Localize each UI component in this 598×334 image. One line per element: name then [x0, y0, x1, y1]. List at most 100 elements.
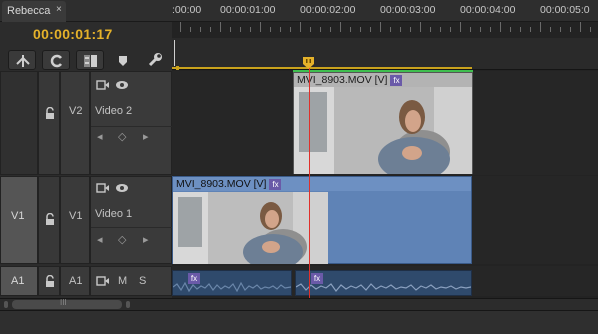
clip-v1[interactable]: MVI_8903.MOV [V] fx [172, 176, 472, 264]
ruler-tick [320, 27, 321, 32]
clip-v2-name: MVI_8903.MOV [V] [297, 74, 388, 86]
speaker-icon[interactable] [96, 276, 110, 286]
fx-icon[interactable]: fx [269, 178, 282, 190]
add-marker-button[interactable] [76, 50, 104, 70]
v1-track-target[interactable]: V1 [60, 176, 90, 264]
ruler-label-2: 00:00:02:00 [300, 4, 356, 16]
keyframe-prev-icon[interactable]: ◂ [97, 130, 103, 143]
scroll-right-handle[interactable] [126, 301, 130, 308]
ruler-tick [550, 27, 551, 32]
time-ruler[interactable] [172, 38, 598, 70]
lock-icon[interactable] [44, 213, 56, 225]
ruler-tick [260, 22, 261, 32]
ruler-tick [470, 27, 471, 32]
ruler-tick [400, 27, 401, 32]
eye-icon[interactable] [115, 80, 129, 90]
ruler-tick [370, 27, 371, 32]
ruler-tick [480, 27, 481, 32]
ruler-tick [590, 27, 591, 32]
ruler-start-line [174, 40, 175, 66]
ruler-tick [280, 27, 281, 32]
ruler-tick [420, 22, 421, 32]
mute-button[interactable]: M [118, 275, 127, 287]
waveform [173, 281, 291, 293]
clip-v2[interactable]: MVI_8903.MOV [V] fx [293, 72, 473, 174]
horizontal-scrollbar[interactable]: III [0, 298, 598, 310]
v1-track-controls: Video 1 ◂ ◇ ▸ [90, 176, 173, 264]
wrench-icon[interactable] [147, 52, 163, 73]
source-target-a1: A1 [11, 275, 25, 287]
ruler-tick [310, 27, 311, 32]
ruler-tick [450, 27, 451, 32]
a1-source-target[interactable]: A1 [0, 266, 38, 296]
track-name-v1: V1 [69, 210, 83, 222]
ruler-label-4: 00:00:04:00 [460, 4, 516, 16]
waveform [296, 283, 471, 292]
linked-selection-button[interactable] [42, 50, 70, 70]
ruler-tick [270, 27, 271, 32]
ruler-tick [390, 27, 391, 32]
clip-v1-header: MVI_8903.MOV [V] fx [173, 177, 471, 191]
v1-lock-cell [38, 176, 60, 264]
keyframe-add-icon[interactable]: ◇ [118, 233, 126, 246]
ruler-tick [200, 27, 201, 32]
v2-track-controls: Video 2 ◂ ◇ ▸ [90, 71, 173, 175]
ruler-tick [410, 27, 411, 32]
current-timecode[interactable]: 00:00:01:17 [33, 26, 113, 42]
ruler-tick [520, 27, 521, 32]
keyframe-next-icon[interactable]: ▸ [143, 130, 149, 143]
a1-track-target[interactable]: A1 [60, 266, 90, 296]
work-area-bar[interactable] [172, 67, 472, 69]
keyframe-prev-icon[interactable]: ◂ [97, 233, 103, 246]
keyframe-next-icon[interactable]: ▸ [143, 233, 149, 246]
camera-icon[interactable] [96, 183, 110, 193]
eye-icon[interactable] [115, 183, 129, 193]
add-marker-icon [84, 55, 97, 67]
playhead-line [309, 66, 310, 298]
ruler-tick [340, 22, 341, 32]
snap-button[interactable] [8, 50, 36, 70]
a1-lock-cell [38, 266, 60, 296]
scroll-left-handle[interactable] [4, 301, 8, 308]
track-name-v2: V2 [69, 105, 83, 117]
camera-icon[interactable] [96, 80, 110, 90]
ruler-tick [240, 27, 241, 32]
v2-source-target[interactable] [0, 71, 38, 175]
v1-source-target[interactable]: V1 [0, 176, 38, 264]
keyframe-add-icon[interactable]: ◇ [118, 130, 126, 143]
ruler-label-3: 00:00:03:00 [380, 4, 436, 16]
marker-icon[interactable] [118, 54, 128, 72]
lock-icon[interactable] [44, 275, 56, 287]
clip-a1-part2[interactable]: fx [295, 270, 472, 296]
ruler-tick [230, 27, 231, 32]
ruler-tick [190, 27, 191, 32]
ruler-tick [220, 22, 221, 32]
ruler-tick [430, 27, 431, 32]
ruler-tick [440, 27, 441, 32]
lock-icon[interactable] [44, 107, 56, 119]
track-label-v2: Video 2 [95, 105, 133, 117]
tab-rebecca[interactable]: Rebecca × [2, 1, 66, 22]
scroll-thumb[interactable]: III [12, 298, 122, 309]
ruler-tick [490, 27, 491, 32]
ruler-tick [350, 27, 351, 32]
work-area-start[interactable] [176, 66, 179, 70]
ruler-tick [580, 22, 581, 32]
playhead-icon[interactable] [303, 56, 314, 69]
v2-track-target[interactable]: V2 [60, 71, 90, 175]
divider [91, 126, 173, 127]
fx-icon[interactable]: fx [390, 74, 403, 86]
ruler-tick [250, 27, 251, 32]
clip-v1-name: MVI_8903.MOV [V] [176, 178, 267, 190]
solo-button[interactable]: S [139, 275, 146, 287]
ruler-tick [360, 27, 361, 32]
ruler-label-5: 00:00:05:0 [540, 4, 590, 16]
clip-a1-part1[interactable]: fx [172, 270, 292, 296]
ruler-tick [210, 27, 211, 32]
ruler-label-1: 00:00:01:00 [220, 4, 276, 16]
close-icon[interactable]: × [56, 4, 62, 15]
ruler-tick [380, 22, 381, 32]
ruler-tick [330, 27, 331, 32]
linked-selection-icon [50, 54, 62, 68]
ruler-label-0: :00:00 [172, 4, 202, 16]
